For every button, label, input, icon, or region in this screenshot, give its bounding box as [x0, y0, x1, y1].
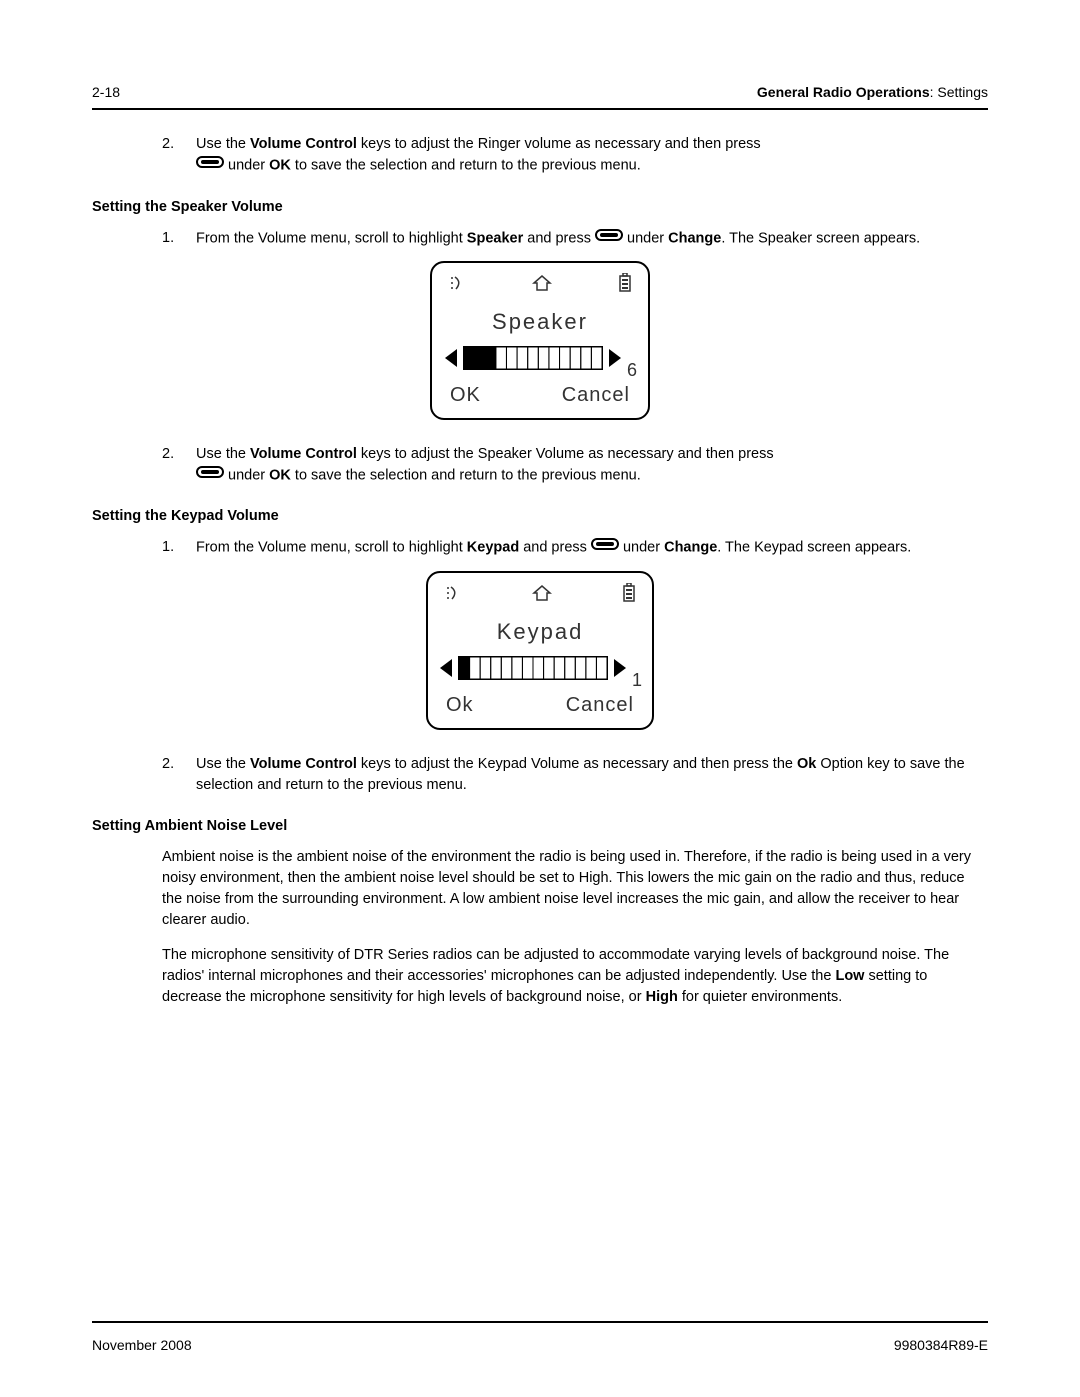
step-keypad-2: 2. Use the Volume Control keys to adjust…: [92, 754, 988, 796]
step-speaker-2: 2. Use the Volume Control keys to adjust…: [92, 444, 988, 486]
step-speaker-1: 1. From the Volume menu, scroll to highl…: [92, 228, 988, 249]
lcd-keypad: Keypad 1 Ok Cancel: [426, 571, 654, 730]
volume-level: 6: [627, 357, 637, 383]
home-icon: [532, 584, 552, 609]
option-key-icon: [196, 154, 224, 175]
footer-doc-id: 9980384R89-E: [894, 1335, 988, 1355]
ambient-paragraph-1: Ambient noise is the ambient noise of th…: [92, 847, 988, 931]
page-footer: November 2008 9980384R89-E: [92, 1321, 988, 1355]
signal-icon: [448, 274, 466, 299]
heading-keypad-volume: Setting the Keypad Volume: [92, 506, 988, 527]
ambient-paragraph-2: The microphone sensitivity of DTR Series…: [92, 945, 988, 1008]
battery-icon: [622, 583, 636, 610]
arrow-right-icon: [607, 347, 623, 376]
step-keypad-1: 1. From the Volume menu, scroll to highl…: [92, 537, 988, 558]
heading-speaker-volume: Setting the Speaker Volume: [92, 197, 988, 218]
arrow-left-icon: [438, 657, 454, 686]
lcd-cancel-label: Cancel: [562, 381, 630, 410]
page: 2-18 General Radio Operations: Settings …: [0, 0, 1080, 1397]
lcd-keypad-title: Keypad: [440, 616, 640, 648]
header-section: General Radio Operations: Settings: [757, 82, 988, 102]
arrow-right-icon: [612, 657, 628, 686]
step-ringer-2: 2. Use the Volume Control keys to adjust…: [92, 134, 988, 176]
home-icon: [532, 274, 552, 299]
page-number: 2-18: [92, 82, 120, 102]
option-key-icon: [591, 536, 619, 557]
content: 2. Use the Volume Control keys to adjust…: [92, 134, 988, 1008]
lcd-ok-label: OK: [450, 381, 481, 410]
volume-level: 1: [632, 667, 642, 693]
page-header: 2-18 General Radio Operations: Settings: [92, 82, 988, 110]
battery-icon: [618, 273, 632, 300]
lcd-cancel-label: Cancel: [566, 691, 634, 720]
lcd-speaker: Speaker 6 OK Cancel: [430, 261, 650, 420]
lcd-ok-label: Ok: [446, 691, 474, 720]
option-key-icon: [196, 464, 224, 485]
heading-ambient-noise: Setting Ambient Noise Level: [92, 816, 988, 837]
arrow-left-icon: [443, 347, 459, 376]
footer-date: November 2008: [92, 1335, 192, 1355]
volume-bar: [458, 656, 608, 687]
option-key-icon: [595, 227, 623, 248]
lcd-speaker-title: Speaker: [444, 306, 636, 338]
signal-icon: [444, 584, 462, 609]
volume-bar: [463, 346, 603, 377]
